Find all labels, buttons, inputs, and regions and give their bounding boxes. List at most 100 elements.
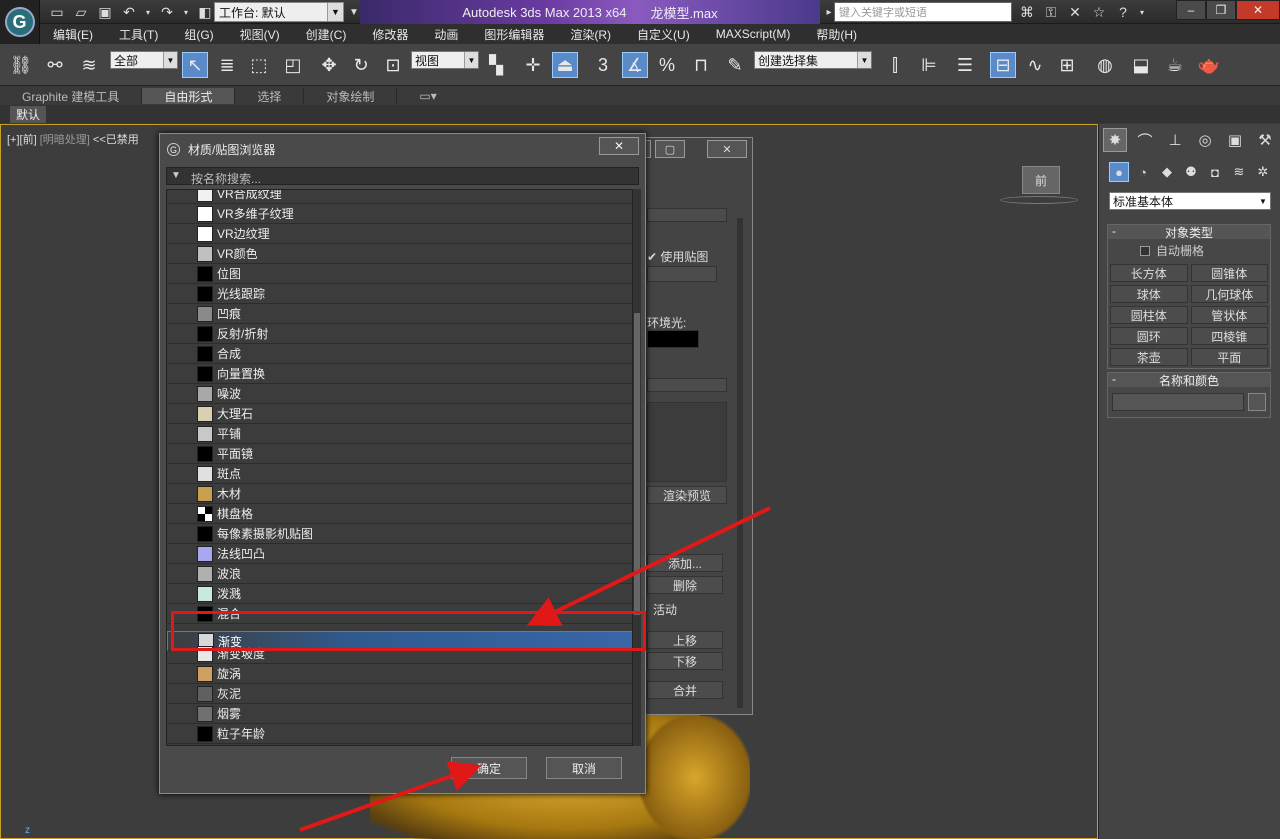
- pyramid-button[interactable]: 四棱锥: [1190, 327, 1268, 345]
- cone-button[interactable]: 圆锥体: [1190, 264, 1268, 282]
- select-object-icon[interactable]: ↖: [182, 52, 208, 78]
- cameras-icon[interactable]: ⚉: [1181, 162, 1201, 182]
- sphere-button[interactable]: 球体: [1110, 285, 1188, 303]
- behind-maximize-button[interactable]: ▢: [655, 140, 685, 158]
- browser-close-button[interactable]: ✕: [599, 137, 639, 155]
- options-dropdown-icon[interactable]: ▼: [171, 170, 181, 181]
- redo-dropdown-icon[interactable]: ▾: [182, 3, 190, 21]
- project-folder-icon[interactable]: ◧: [196, 3, 214, 21]
- menu-animation[interactable]: 动画: [421, 26, 471, 43]
- map-list-item[interactable]: VR合成纹理: [167, 190, 632, 204]
- menu-rendering[interactable]: 渲染(R): [557, 26, 624, 43]
- object-color-swatch[interactable]: [1248, 393, 1266, 411]
- systems-icon[interactable]: ✲: [1253, 162, 1273, 182]
- utilities-tab-icon[interactable]: ⚒: [1253, 128, 1277, 152]
- select-manipulate-icon[interactable]: ✛: [520, 52, 546, 78]
- map-list-item[interactable]: VR颜色: [167, 244, 632, 264]
- map-list-item[interactable]: 平面镜: [167, 444, 632, 464]
- render-preview-button[interactable]: 渲染预览: [647, 486, 727, 504]
- add-button[interactable]: 添加...: [647, 554, 723, 572]
- percent-snap-icon[interactable]: %: [654, 52, 680, 78]
- map-list-item[interactable]: 光线跟踪: [167, 284, 632, 304]
- teapot-button[interactable]: 茶壶: [1110, 348, 1188, 366]
- map-list-item[interactable]: 平铺: [167, 424, 632, 444]
- maximize-button[interactable]: ❐: [1206, 0, 1236, 20]
- lights-icon[interactable]: ◆: [1157, 162, 1177, 182]
- app-menu-button[interactable]: G: [0, 0, 40, 44]
- viewport-label-c[interactable]: <<已禁用: [93, 134, 139, 146]
- autogrid-checkbox[interactable]: 自动栅格: [1108, 239, 1270, 262]
- menu-modifiers[interactable]: 修改器: [359, 26, 421, 43]
- map-list-item[interactable]: 木材: [167, 484, 632, 504]
- reference-coordinate-select[interactable]: 视图 ▼: [411, 51, 479, 69]
- map-list-item[interactable]: 位图: [167, 264, 632, 284]
- render-setup-icon[interactable]: ⬓: [1128, 52, 1154, 78]
- menu-tools[interactable]: 工具(T): [106, 26, 171, 43]
- named-selection-select[interactable]: 创建选择集 ▼: [754, 51, 872, 69]
- hierarchy-tab-icon[interactable]: ⊥: [1163, 128, 1187, 152]
- new-file-icon[interactable]: ▭: [48, 3, 66, 21]
- ribbon-options-icon[interactable]: ▭▾: [397, 88, 458, 104]
- map-list-item[interactable]: 法线凹凸: [167, 544, 632, 564]
- create-tab-icon[interactable]: ✸: [1103, 128, 1127, 152]
- menu-help[interactable]: 帮助(H): [803, 26, 870, 43]
- behind-field[interactable]: [647, 208, 727, 222]
- workspace-select[interactable]: 工作台: 默认 ▼: [214, 2, 344, 22]
- mirror-icon[interactable]: ⫿: [882, 52, 908, 78]
- tab-selection[interactable]: 选择: [235, 88, 305, 104]
- behind-field-2[interactable]: [647, 378, 727, 392]
- map-list-item[interactable]: 噪波: [167, 384, 632, 404]
- map-list-item[interactable]: 合成: [167, 344, 632, 364]
- help-search-input[interactable]: 键入关键字或短语: [834, 2, 1012, 22]
- tab-object-paint[interactable]: 对象绘制: [304, 88, 398, 104]
- torus-button[interactable]: 圆环: [1110, 327, 1188, 345]
- plane-button[interactable]: 平面: [1190, 348, 1268, 366]
- keyboard-shortcut-override-icon[interactable]: ⏏: [552, 52, 578, 78]
- move-up-button[interactable]: 上移: [647, 631, 723, 649]
- behind-map-slot[interactable]: [647, 266, 717, 282]
- object-type-header[interactable]: - 对象类型: [1108, 224, 1270, 240]
- angle-snap-icon[interactable]: ∡: [622, 52, 648, 78]
- bind-spacewarp-icon[interactable]: ≋: [76, 52, 102, 78]
- spacewarps-icon[interactable]: ≋: [1229, 162, 1249, 182]
- key-icon[interactable]: ⚿: [1042, 3, 1060, 21]
- map-list-item[interactable]: 大理石: [167, 404, 632, 424]
- edit-named-selection-icon[interactable]: ✎: [722, 52, 748, 78]
- menu-maxscript[interactable]: MAXScript(M): [703, 27, 804, 41]
- layer-manager-icon[interactable]: ☰: [952, 52, 978, 78]
- map-list-item[interactable]: 灰泥: [167, 684, 632, 704]
- communication-icon[interactable]: ✕: [1066, 3, 1084, 21]
- map-list-item[interactable]: 泼溅: [167, 584, 632, 604]
- cylinder-button[interactable]: 圆柱体: [1110, 306, 1188, 324]
- star-icon[interactable]: ☆: [1090, 3, 1108, 21]
- menu-group[interactable]: 组(G): [171, 26, 226, 43]
- link-icon[interactable]: ⛓: [8, 52, 34, 78]
- snaps-toggle-icon[interactable]: 3: [590, 52, 616, 78]
- map-list-item[interactable]: 向量置换: [167, 364, 632, 384]
- map-list-item[interactable]: 每像素摄影机贴图: [167, 524, 632, 544]
- window-crossing-icon[interactable]: ◰: [280, 52, 306, 78]
- map-list-item[interactable]: VR多维子纹理: [167, 204, 632, 224]
- undo-dropdown-icon[interactable]: ▾: [144, 3, 152, 21]
- viewcube[interactable]: 前: [1022, 166, 1060, 194]
- curve-editor-icon[interactable]: ∿: [1022, 52, 1048, 78]
- rectangular-region-icon[interactable]: ⬚: [246, 52, 272, 78]
- geosphere-button[interactable]: 几何球体: [1190, 285, 1268, 303]
- viewport-label[interactable]: [+][前] [明暗处理] <<已禁用: [7, 131, 139, 147]
- motion-tab-icon[interactable]: ◎: [1193, 128, 1217, 152]
- open-file-icon[interactable]: ▱: [72, 3, 90, 21]
- help-icon[interactable]: ?: [1114, 3, 1132, 21]
- binoculars-icon[interactable]: ⌘: [1018, 3, 1036, 21]
- primitive-type-select[interactable]: 标准基本体 ▼: [1109, 192, 1271, 210]
- tab-freeform[interactable]: 自由形式: [142, 88, 236, 104]
- render-production-icon[interactable]: 🫖: [1196, 52, 1222, 78]
- map-list-item[interactable]: 粒子运动模糊: [167, 744, 632, 745]
- selection-filter-select[interactable]: 全部 ▼: [110, 51, 178, 69]
- scale-icon[interactable]: ⊡: [380, 52, 406, 78]
- map-list-item[interactable]: 旋涡: [167, 664, 632, 684]
- map-list-item[interactable]: 烟雾: [167, 704, 632, 724]
- modify-tab-icon[interactable]: ⌒: [1133, 128, 1157, 152]
- map-list-item[interactable]: 棋盘格: [167, 504, 632, 524]
- rotate-icon[interactable]: ↻: [348, 52, 374, 78]
- helpers-icon[interactable]: ◘: [1205, 162, 1225, 182]
